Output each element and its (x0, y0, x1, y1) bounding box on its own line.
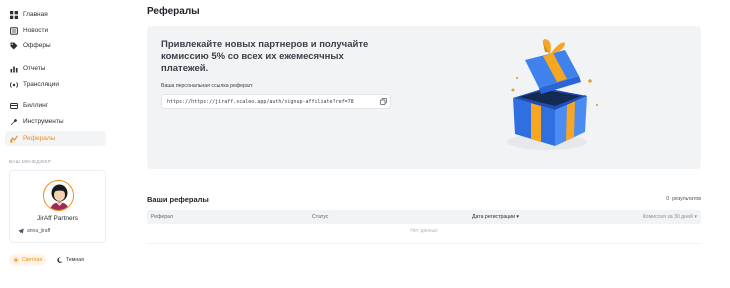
sidebar-item-billing[interactable]: Биллинг (5, 98, 106, 113)
table-header: Реферал Статус Дата регистрации ▾ Комисс… (147, 210, 701, 224)
sidebar-item-home[interactable]: Главная (5, 7, 106, 22)
moon-icon (57, 257, 63, 263)
manager-name: JirAff Partners (36, 215, 79, 222)
table-divider (147, 243, 701, 244)
sidebar-item-label: Отчеты (23, 65, 46, 72)
grid-icon (10, 10, 18, 19)
manager-card: JirAff Partners anna_jiraff (9, 170, 106, 243)
table-empty-state: Нет данных (410, 228, 438, 234)
news-icon (10, 26, 18, 35)
sidebar-item-reports[interactable]: Отчеты (5, 61, 106, 76)
referral-link-field[interactable]: https://https://jiraff.scaleo.app/auth/s… (161, 94, 391, 109)
sidebar-item-offers[interactable]: Офферы (5, 38, 106, 53)
results-count: 0 результатов (666, 196, 701, 202)
sidebar-item-broadcasts[interactable]: Трансляции (5, 77, 106, 92)
theme-light-button[interactable]: Светлая (9, 254, 47, 266)
gift-box-illustration (507, 39, 599, 150)
card-icon (10, 102, 18, 110)
column-commission-30-days[interactable]: Комиссия за 30 дней ▾ (643, 214, 697, 220)
results-number: 0 (666, 196, 670, 202)
sidebar-item-label: Инструменты (23, 118, 64, 125)
sidebar: Главная Новости Офферы Отчеты Трансляции… (0, 0, 112, 288)
avatar (43, 180, 74, 211)
theme-dark-button[interactable]: Темная (53, 254, 88, 266)
broadcast-icon (10, 81, 18, 89)
sidebar-item-referrals[interactable]: Рефералы (5, 131, 106, 146)
manager-telegram-link[interactable]: anna_jiraff (18, 228, 50, 234)
referrals-section-title: Ваши рефералы (147, 195, 209, 204)
sidebar-item-label: Главная (23, 11, 48, 18)
banner-heading: Привлекайте новых партнеров и получайте … (161, 39, 369, 74)
referral-link-value[interactable]: https://https://jiraff.scaleo.app/auth/s… (162, 99, 376, 105)
copy-icon (379, 98, 387, 105)
sidebar-item-label: Новости (23, 27, 49, 34)
sidebar-item-label: Офферы (23, 42, 51, 49)
manager-section-label: ВАШ МЕНЕДЖЕР (9, 160, 52, 165)
sidebar-item-label: Биллинг (23, 102, 49, 109)
sidebar-item-news[interactable]: Новости (5, 23, 106, 38)
wrench-icon (10, 118, 18, 126)
manager-telegram-handle: anna_jiraff (27, 228, 51, 234)
referral-banner: Привлекайте новых партнеров и получайте … (147, 26, 701, 169)
column-status[interactable]: Статус (312, 214, 328, 220)
bar-chart-icon (10, 65, 18, 73)
telegram-icon (18, 228, 24, 234)
sidebar-item-label: Трансляции (23, 81, 59, 88)
referral-icon (10, 134, 18, 143)
sun-icon (13, 257, 19, 263)
referral-link-label: Ваша персональная ссылка реферал: (161, 83, 254, 89)
column-referral[interactable]: Реферал (151, 214, 173, 220)
tag-icon (10, 42, 18, 50)
column-registration-date[interactable]: Дата регистрации ▾ (472, 214, 519, 220)
page-title: Рефералы (147, 6, 200, 17)
sidebar-item-label: Рефералы (23, 135, 56, 142)
sidebar-item-tools[interactable]: Инструменты (5, 114, 106, 129)
copy-button[interactable] (376, 95, 390, 108)
theme-dark-label: Темная (66, 257, 84, 263)
theme-light-label: Светлая (22, 257, 43, 263)
results-label: результатов (672, 196, 701, 202)
